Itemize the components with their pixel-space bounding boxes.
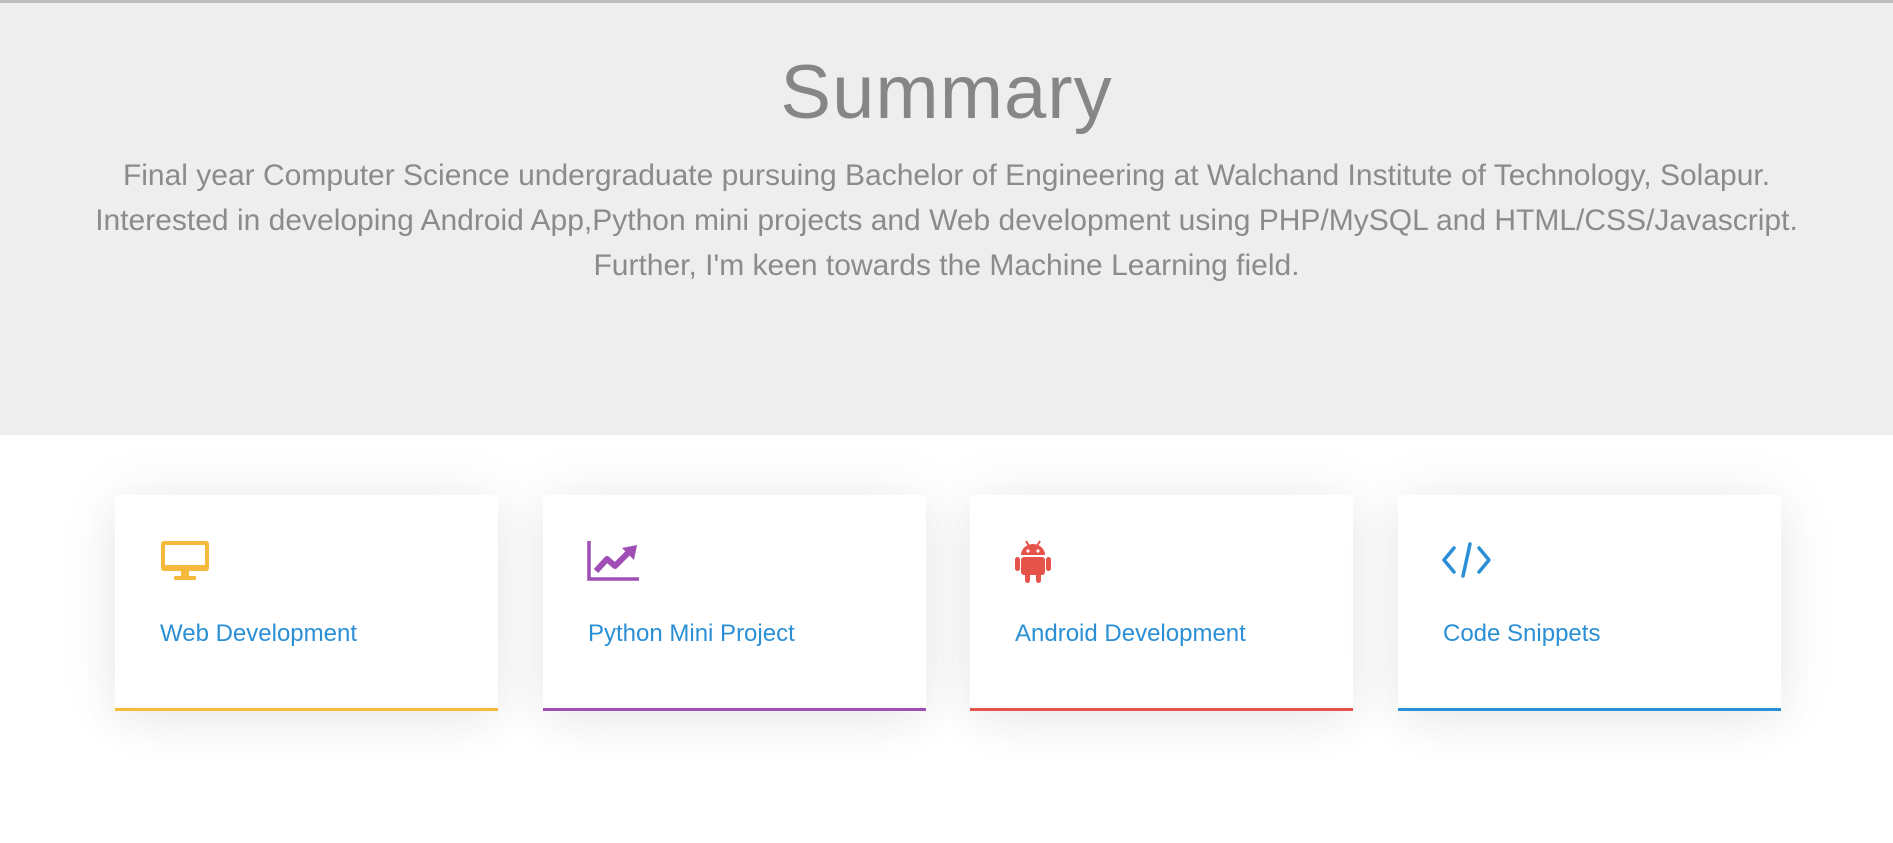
- card-python-mini-project[interactable]: Python Mini Project: [543, 495, 926, 711]
- card-accent-bar: [543, 708, 926, 711]
- card-code-snippets[interactable]: Code Snippets: [1398, 495, 1781, 711]
- trend-chart-icon: [587, 539, 643, 585]
- summary-paragraph: Final year Computer Science undergraduat…: [95, 159, 1798, 237]
- summary-section: Summary Final year Computer Science unde…: [0, 3, 1893, 435]
- skills-cards: Web Development Python Mini Project Andr…: [0, 435, 1893, 843]
- card-title: Code Snippets: [1443, 620, 1601, 647]
- card-web-development[interactable]: Web Development: [115, 495, 498, 711]
- summary-further: Further, I'm keen towards the Machine Le…: [593, 249, 1300, 282]
- android-icon: [1014, 539, 1070, 585]
- card-accent-bar: [1398, 708, 1781, 711]
- card-android-development[interactable]: Android Development: [970, 495, 1353, 711]
- card-accent-bar: [115, 708, 498, 711]
- summary-description: Final year Computer Science undergraduat…: [67, 153, 1827, 288]
- card-accent-bar: [970, 708, 1353, 711]
- card-title: Python Mini Project: [588, 620, 795, 647]
- monitor-icon: [159, 539, 215, 585]
- code-icon: [1442, 539, 1498, 585]
- card-title: Android Development: [1015, 620, 1246, 647]
- card-title: Web Development: [160, 620, 357, 647]
- summary-heading: Summary: [780, 50, 1113, 135]
